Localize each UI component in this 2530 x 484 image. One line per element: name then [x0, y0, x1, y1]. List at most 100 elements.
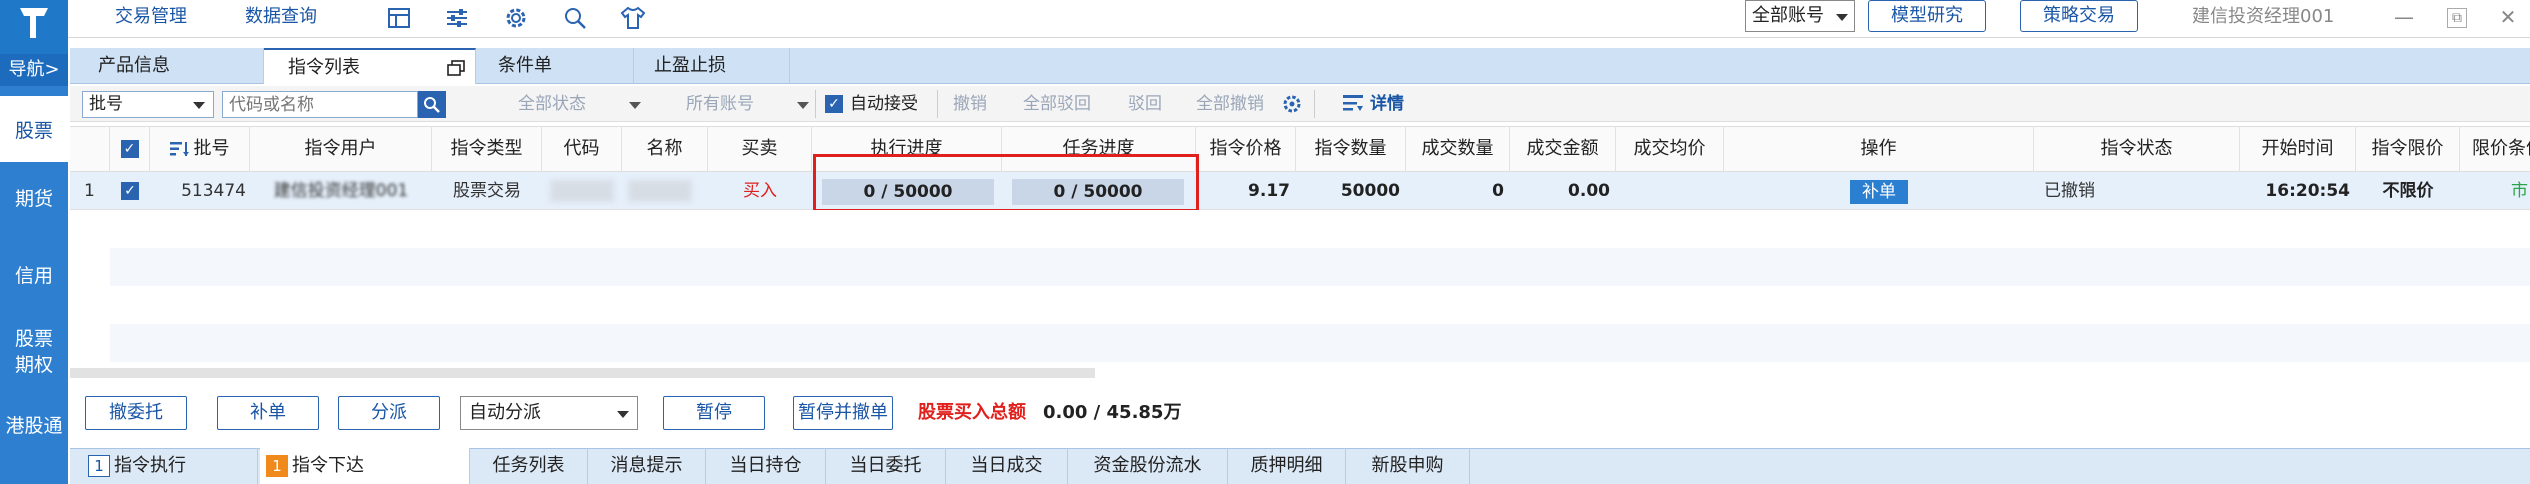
menu-data-query[interactable]: 数据查询: [245, 0, 317, 36]
horizontal-scrollbar[interactable]: [70, 368, 1095, 378]
header-batch-label: 批号: [193, 138, 230, 159]
select-all-checkbox[interactable]: ✓: [120, 140, 139, 158]
tab-product-info[interactable]: 产品信息: [72, 48, 264, 84]
reject-button[interactable]: 驳回: [1128, 86, 1162, 122]
tab-instruction-list-label: 指令列表: [288, 57, 360, 78]
nav-toggle-button[interactable]: 导航>: [0, 54, 68, 86]
row-filled-qty: 0: [1492, 181, 1504, 201]
revoke-all-reject-button[interactable]: 全部驳回: [1023, 86, 1091, 122]
row-checkbox[interactable]: ✓: [121, 182, 139, 200]
header-select-all[interactable]: ✓: [110, 126, 150, 172]
nav-item-stock-options[interactable]: 股票期权: [8, 326, 60, 378]
chevron-down-icon[interactable]: [629, 102, 641, 109]
bottom-tab-orders[interactable]: 当日委托: [826, 448, 946, 484]
nav-item-stock[interactable]: 股票: [0, 96, 68, 162]
revoke-button[interactable]: 撤销: [953, 86, 987, 122]
header-user[interactable]: 指令用户: [250, 126, 432, 172]
nav-item-futures[interactable]: 期货: [0, 186, 68, 212]
header-price[interactable]: 指令价格: [1196, 126, 1296, 172]
dispatch-button[interactable]: 分派: [338, 396, 440, 430]
header-action[interactable]: 操作: [1724, 126, 2034, 172]
tab-instruction-list[interactable]: 指令列表: [264, 48, 476, 84]
row-name-redacted: [628, 180, 692, 202]
header-limit[interactable]: 指令限价: [2356, 126, 2460, 172]
batch-select[interactable]: 批号: [82, 91, 214, 118]
row-code-redacted: [550, 180, 614, 202]
header-limit-cond[interactable]: 限价条件: [2460, 126, 2530, 172]
withdraw-order-button[interactable]: 撤委托: [85, 396, 187, 430]
close-icon[interactable]: ✕: [2496, 6, 2520, 30]
buy-total-label: 股票买入总额: [918, 402, 1026, 423]
dispatch-mode-select[interactable]: 自动分派: [460, 396, 638, 430]
tab-take-profit-stop-loss[interactable]: 止盈止损: [634, 48, 790, 84]
chevron-down-icon[interactable]: [797, 102, 809, 109]
resubmit-button[interactable]: 补单: [217, 396, 319, 430]
logo-icon: [20, 8, 48, 38]
header-avg-price[interactable]: 成交均价: [1616, 126, 1724, 172]
header-status[interactable]: 指令状态: [2034, 126, 2240, 172]
minimize-icon[interactable]: —: [2392, 6, 2416, 30]
bottom-tab-trades[interactable]: 当日成交: [946, 448, 1068, 484]
highlight-box: [813, 154, 1199, 212]
status-filter[interactable]: 全部状态: [518, 86, 586, 122]
search-icon: [424, 96, 440, 113]
tab-conditional-order[interactable]: 条件单: [478, 48, 634, 84]
account-select-value: 全部账号: [1752, 5, 1824, 26]
header-filled-amount[interactable]: 成交金额: [1510, 126, 1616, 172]
details-button[interactable]: 详情: [1370, 86, 1404, 122]
search-icon[interactable]: [561, 4, 589, 32]
search-button[interactable]: [418, 91, 446, 118]
header-type[interactable]: 指令类型: [432, 126, 542, 172]
divider: [1314, 90, 1315, 118]
row-filled-amount: 0.00: [1568, 181, 1610, 201]
header-batch[interactable]: 批号: [150, 126, 250, 172]
bottom-tab-pledge[interactable]: 质押明细: [1228, 448, 1346, 484]
header-index: [70, 126, 110, 172]
bottom-tab-task-list[interactable]: 任务列表: [470, 448, 588, 484]
code-search-input[interactable]: [222, 91, 418, 118]
maximize-icon[interactable]: ⧉: [2447, 8, 2467, 28]
account-select[interactable]: 全部账号: [1745, 0, 1855, 32]
bottom-tab-instruction-exec[interactable]: 1 指令执行: [82, 448, 258, 484]
row-status: 已撤销: [2044, 181, 2095, 201]
bottom-tab-messages[interactable]: 消息提示: [588, 448, 706, 484]
header-filled-qty[interactable]: 成交数量: [1406, 126, 1510, 172]
shirt-icon[interactable]: [619, 4, 647, 32]
pause-button[interactable]: 暂停: [663, 396, 765, 430]
bottom-tab-ipo[interactable]: 新股申购: [1346, 448, 1470, 484]
row-avg-price: [1616, 172, 1724, 210]
empty-row: [110, 324, 2530, 362]
row-limit-cond: 市: [2511, 181, 2528, 201]
chevron-down-icon: [617, 411, 629, 418]
row-price: 9.17: [1248, 181, 1290, 201]
nav-item-hk-connect[interactable]: 港股通: [0, 413, 68, 439]
top-bar: [0, 0, 2530, 38]
sort-icon: [169, 142, 189, 156]
header-start-time[interactable]: 开始时间: [2240, 126, 2356, 172]
bottom-tab-instruction-issue[interactable]: 1 指令下达: [260, 448, 470, 484]
row-batch: 513474: [181, 181, 246, 201]
header-code[interactable]: 代码: [542, 126, 622, 172]
resubmit-row-button[interactable]: 补单: [1850, 180, 1908, 204]
account-filter[interactable]: 所有账号: [686, 86, 754, 122]
dispatch-mode-value: 自动分派: [469, 402, 541, 423]
bottom-tab-fund-flow[interactable]: 资金股份流水: [1068, 448, 1228, 484]
header-name[interactable]: 名称: [622, 126, 708, 172]
app-logo: [0, 0, 68, 54]
menu-trade-management[interactable]: 交易管理: [115, 0, 187, 36]
row-checkbox-cell[interactable]: ✓: [110, 172, 150, 210]
gear-icon[interactable]: [502, 4, 530, 32]
sliders-icon[interactable]: [443, 4, 471, 32]
header-quantity[interactable]: 指令数量: [1296, 126, 1406, 172]
pause-and-withdraw-button[interactable]: 暂停并撤单: [793, 396, 893, 430]
nav-item-credit[interactable]: 信用: [0, 263, 68, 289]
bottom-tab-positions[interactable]: 当日持仓: [706, 448, 826, 484]
strategy-trading-button[interactable]: 策略交易: [2020, 0, 2138, 32]
header-side[interactable]: 买卖: [708, 126, 812, 172]
gear-icon[interactable]: [1282, 94, 1302, 119]
model-research-button[interactable]: 模型研究: [1868, 0, 1986, 32]
auto-accept-checkbox[interactable]: ✓: [825, 95, 843, 113]
revoke-all-button[interactable]: 全部撤销: [1196, 86, 1264, 122]
table-icon[interactable]: [385, 4, 413, 32]
popout-icon: [447, 60, 465, 76]
